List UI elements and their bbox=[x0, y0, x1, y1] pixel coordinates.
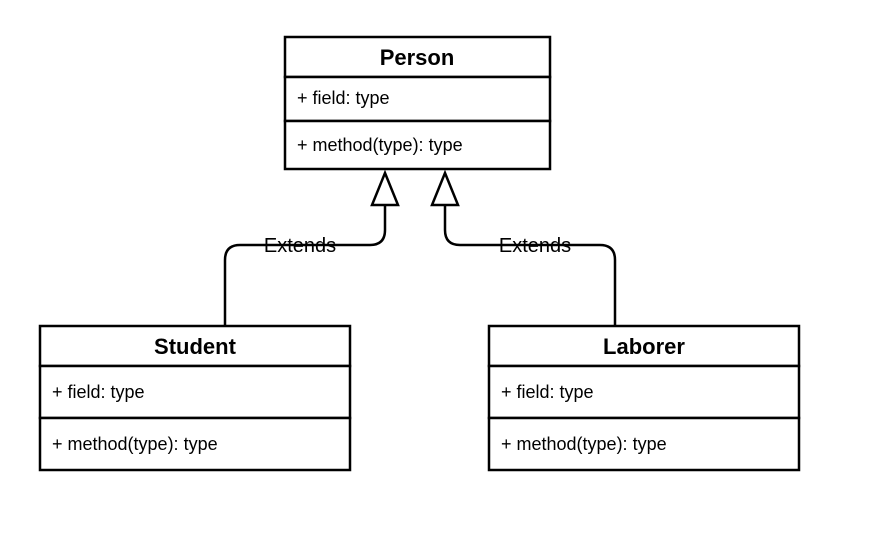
class-person-method: + method(type): type bbox=[297, 135, 463, 155]
class-student-field: + field: type bbox=[52, 382, 145, 402]
uml-class-diagram: Person + field: type + method(type): typ… bbox=[0, 0, 876, 560]
class-student-method: + method(type): type bbox=[52, 434, 218, 454]
class-person: Person + field: type + method(type): typ… bbox=[285, 37, 550, 169]
relationship-student-person: Extends bbox=[225, 173, 398, 326]
relationship-laborer-person: Extends bbox=[432, 173, 615, 326]
arrowhead-open-icon bbox=[372, 173, 398, 205]
class-student: Student + field: type + method(type): ty… bbox=[40, 326, 350, 470]
class-person-field: + field: type bbox=[297, 88, 390, 108]
arrowhead-open-icon bbox=[432, 173, 458, 205]
class-laborer: Laborer + field: type + method(type): ty… bbox=[489, 326, 799, 470]
relationship-student-person-label: Extends bbox=[264, 235, 336, 257]
class-person-name: Person bbox=[380, 45, 455, 70]
class-laborer-name: Laborer bbox=[603, 334, 685, 359]
class-laborer-field: + field: type bbox=[501, 382, 594, 402]
class-student-name: Student bbox=[154, 334, 237, 359]
relationship-laborer-person-label: Extends bbox=[499, 235, 571, 257]
class-laborer-method: + method(type): type bbox=[501, 434, 667, 454]
